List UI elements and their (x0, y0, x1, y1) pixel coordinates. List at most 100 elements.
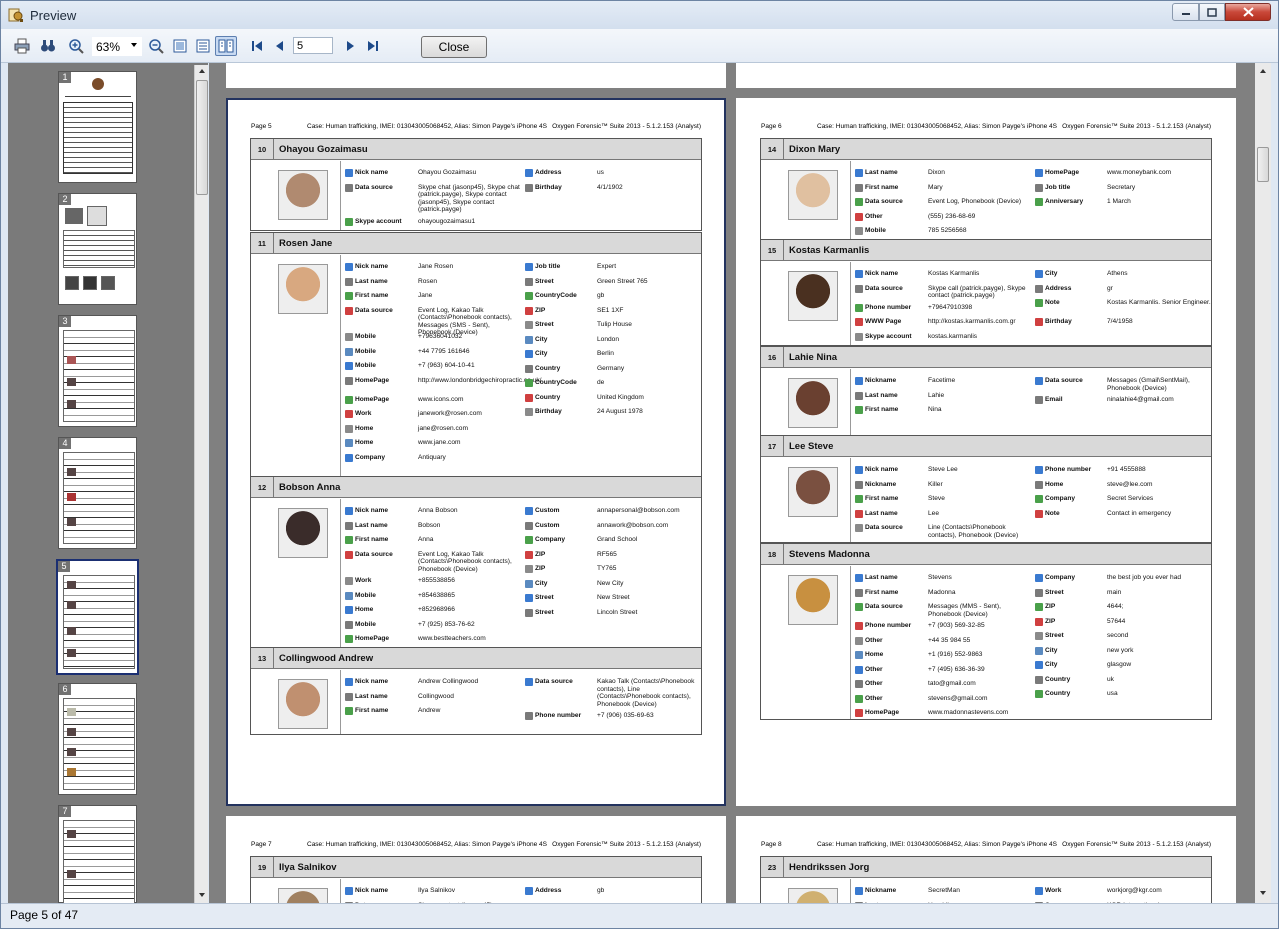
close-button[interactable]: Close (421, 36, 487, 58)
thumbnail-pane[interactable]: 1 2 3 4 5 6 7 (8, 63, 208, 904)
maximize-button[interactable] (1199, 3, 1225, 21)
field-icon (1035, 183, 1043, 192)
next-page-button[interactable] (339, 36, 361, 56)
scroll-up-icon[interactable] (199, 69, 205, 73)
field-label: Nickname (865, 377, 897, 384)
document-pane[interactable]: Page 5 Case: Human trafficking, IMEI: 013… (209, 63, 1255, 903)
field-value: main (1107, 588, 1122, 596)
field-value: Berlin (597, 350, 614, 357)
field-value: Tulip House (597, 321, 632, 328)
contact-fields: Nick name Kostas Karmanlis Data source Skyp… (850, 262, 1211, 345)
page-thumbnail[interactable]: 6 (58, 683, 137, 795)
field-label-row: Work (1035, 887, 1061, 895)
field-value: uk (1107, 675, 1114, 683)
window-title: Preview (30, 8, 77, 23)
multi-page-button[interactable] (215, 36, 237, 56)
field-icon (1035, 632, 1043, 640)
field-icon (525, 350, 533, 358)
previous-page-button[interactable] (269, 36, 291, 56)
field-icon (855, 466, 863, 474)
field-label-row: Phone number (855, 303, 912, 312)
field-value: ninalahie4@gmail.com (1107, 396, 1174, 403)
page-5[interactable]: Page 5 Case: Human trafficking, IMEI: 013… (226, 98, 726, 806)
field-value: Collingwood (418, 692, 454, 700)
window-close-button[interactable] (1225, 3, 1271, 21)
field-label-row: Other (855, 680, 883, 688)
field-value: www.icons.com (418, 395, 464, 403)
title-bar[interactable]: Preview (1, 1, 1278, 29)
contact-number: 18 (761, 544, 784, 564)
field-label-row: Company (1035, 495, 1075, 503)
page-width-button[interactable] (192, 36, 214, 56)
contact-number: 10 (251, 139, 274, 159)
contact-photo (278, 679, 328, 729)
close-icon (1242, 7, 1254, 17)
field-label: First name (865, 495, 899, 502)
scroll-down-icon[interactable] (1260, 891, 1266, 895)
contact-photo (788, 170, 838, 220)
zoom-out-button[interactable] (145, 36, 167, 56)
find-button[interactable] (37, 36, 59, 56)
page-thumbnail[interactable]: 4 (58, 437, 137, 549)
minimize-button[interactable] (1172, 3, 1199, 21)
field-value: Messages (Gmail\SentMail), Phonebook (De… (1107, 377, 1190, 392)
first-page-button[interactable] (246, 36, 268, 56)
field-value: SE1 1XF (597, 306, 624, 314)
scroll-down-icon[interactable] (199, 893, 205, 897)
page-thumbnail[interactable]: 2 (58, 193, 137, 305)
document-scrollbar[interactable] (1255, 63, 1271, 903)
field-icon (345, 263, 353, 271)
field-label: First name (355, 707, 389, 714)
field-icon (525, 579, 533, 588)
field-icon (1035, 603, 1043, 611)
field-value: Ilya Salnikov (418, 887, 456, 894)
contact-photo (788, 888, 838, 903)
field-value: Messages (MMS - Sent), Phonebook (Device… (928, 603, 1001, 618)
field-icon (855, 709, 863, 717)
field-label-row: Street (525, 594, 554, 602)
field-icon (1035, 270, 1043, 278)
page-8[interactable]: Page 8 Case: Human trafficking, IMEI: 013… (736, 816, 1236, 903)
field-label-row: Last name (855, 391, 898, 400)
contact-name: Lahie Nina (789, 351, 838, 363)
field-value: www.madonnastevens.com (928, 709, 1009, 716)
field-label-row: Country (525, 364, 561, 373)
contact-number: 12 (251, 477, 274, 497)
scrollbar-thumb[interactable] (196, 80, 208, 195)
thumbnail-scrollbar[interactable] (194, 65, 208, 903)
field-icon (855, 887, 863, 895)
field-value: New Street (597, 594, 630, 601)
zoom-in-button[interactable] (65, 36, 87, 56)
page-7[interactable]: Page 7 Case: Human trafficking, IMEI: 013… (226, 816, 726, 903)
page-6[interactable]: Page 6 Case: Human trafficking, IMEI: 013… (736, 98, 1236, 806)
page-number-input[interactable] (293, 37, 333, 54)
field-label-row: CountryCode (525, 292, 577, 300)
page-thumbnail[interactable]: 1 (58, 71, 137, 183)
page-thumbnail[interactable]: 7 (58, 805, 137, 904)
field-label: Country (535, 364, 561, 372)
page-thumbnail[interactable]: 3 (58, 315, 137, 427)
field-label: Home (1045, 480, 1064, 488)
field-label-row: Home (1035, 480, 1064, 489)
page-label: Page 6 (761, 123, 782, 130)
field-label-row: Company (1035, 574, 1075, 582)
field-label-row: Street (1035, 632, 1064, 640)
scrollbar-thumb[interactable] (1257, 147, 1269, 182)
page-thumbnail-selected[interactable]: 5 (56, 559, 139, 675)
field-value: Green Street 765 (597, 277, 648, 285)
field-value: SecretMan (928, 887, 960, 894)
last-page-button[interactable] (362, 36, 384, 56)
field-icon (855, 636, 863, 645)
field-value: Line (Contacts\Phonebook contacts), Phon… (928, 524, 1019, 539)
field-label: City (1045, 646, 1058, 654)
field-icon (525, 277, 533, 286)
field-value: Antiquary (418, 453, 446, 461)
field-label-row: Mobile (345, 333, 376, 341)
chevron-down-icon[interactable] (131, 43, 137, 47)
field-label: Phone number (865, 303, 912, 311)
field-label: Mobile (355, 591, 376, 599)
field-value: (555) 236-68-69 (928, 212, 976, 220)
print-button[interactable] (11, 36, 33, 56)
scroll-up-icon[interactable] (1260, 69, 1266, 73)
one-page-button[interactable] (169, 36, 191, 56)
